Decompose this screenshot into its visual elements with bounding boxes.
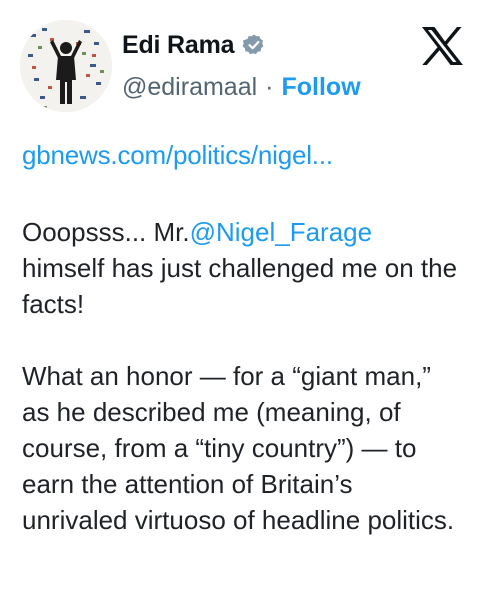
author-handle-row: @ediramaal · Follow [122,70,361,104]
author-name-row: Edi Rama [122,28,266,62]
avatar-image [20,20,112,112]
para1-rest: himself has just challenged me on the fa… [22,253,458,319]
avatar[interactable] [20,20,112,112]
mention-link[interactable]: @Nigel_Farage [190,217,372,247]
tweet-paragraph-2: What an honor — for a “giant man,” as he… [22,361,455,535]
tweet-paragraph-1: Ooopsss... Mr.@Nigel_Faragehimself has j… [22,214,462,322]
tweet-header: Edi Rama @ediramaal · Follow [0,0,480,120]
author-name[interactable]: Edi Rama [122,31,235,60]
verified-badge-icon [242,34,264,55]
tweet-body: Ooopsss... Mr.@Nigel_Faragehimself has j… [22,214,462,538]
author-handle[interactable]: @ediramaal [122,73,257,102]
para1-lead: Ooopsss... Mr. [22,217,190,247]
article-link[interactable]: gbnews.com/politics/nigel... [22,140,333,171]
follow-button[interactable]: Follow [281,73,360,102]
x-logo-icon[interactable] [420,26,464,66]
separator-dot: · [265,72,274,101]
